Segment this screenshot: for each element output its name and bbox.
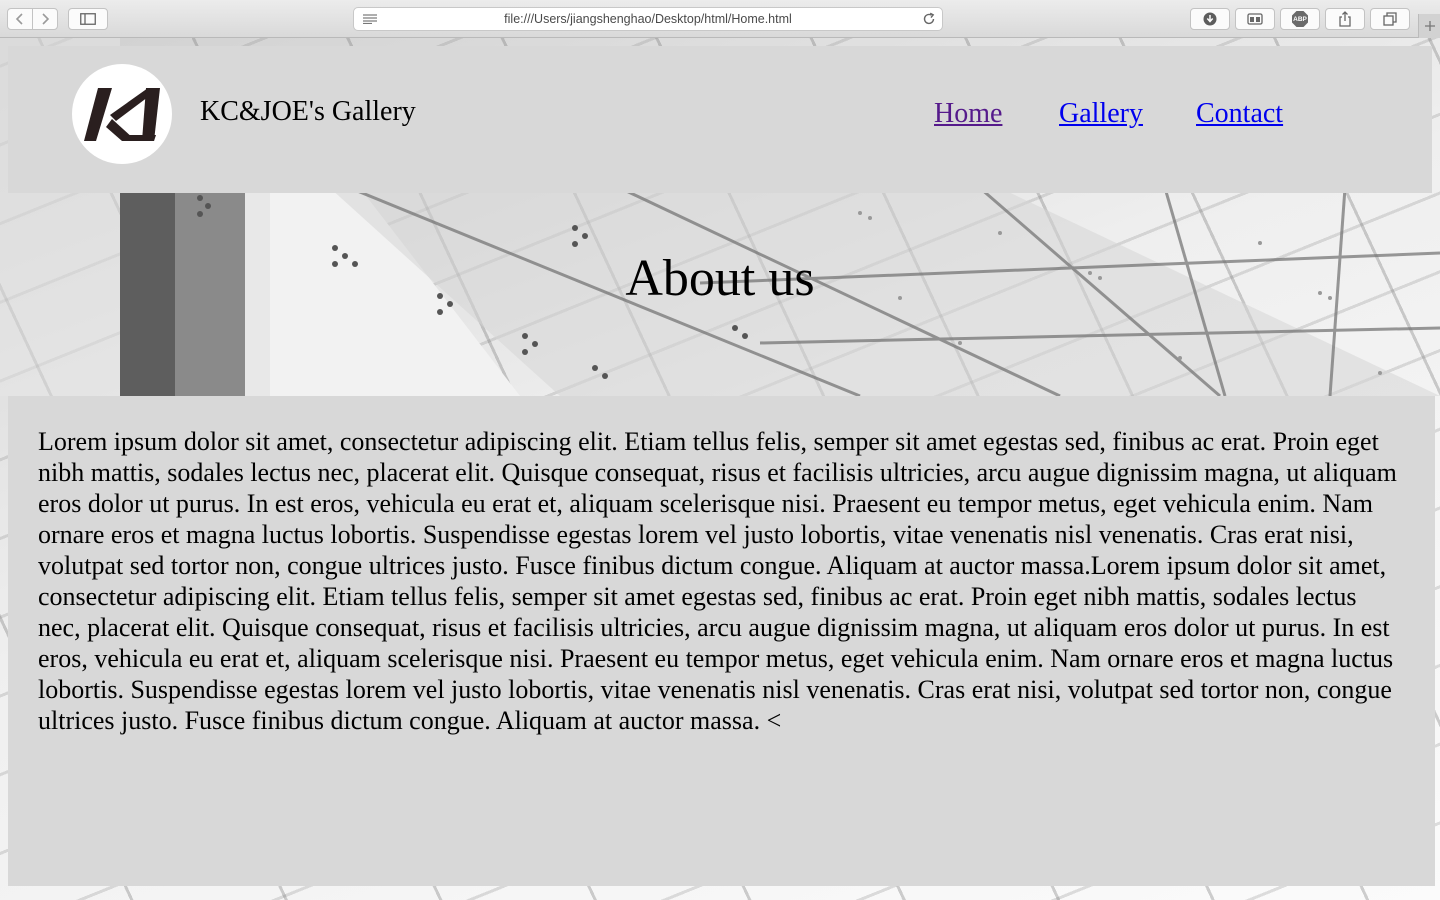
address-bar[interactable]: file:///Users/jiangshenghao/Desktop/html… (353, 7, 943, 31)
site-header: KJ KC&JOE's Gallery Home Gallery Contact (8, 46, 1432, 193)
sidebar-button[interactable] (68, 8, 108, 30)
nav-link-gallery[interactable]: Gallery (1059, 98, 1143, 130)
new-tab-icon (1424, 21, 1435, 31)
adblock-label: ABP (1293, 15, 1307, 23)
forward-icon (42, 13, 50, 25)
download-icon (1203, 12, 1217, 26)
tab-overview-button[interactable] (1235, 8, 1275, 30)
site-logo[interactable]: KJ (72, 64, 172, 164)
kj-logo-icon: KJ (82, 83, 160, 141)
site-title: KC&JOE's Gallery (200, 96, 416, 127)
nav-link-contact[interactable]: Contact (1196, 98, 1283, 130)
show-tabs-button[interactable] (1370, 8, 1410, 30)
about-content-panel: Lorem ipsum dolor sit amet, consectetur … (8, 396, 1435, 886)
share-icon (1339, 11, 1351, 27)
tab-overview-icon (1247, 13, 1263, 25)
back-button[interactable] (7, 8, 33, 30)
adblock-button[interactable]: ABP (1280, 8, 1320, 30)
downloads-button[interactable] (1190, 8, 1230, 30)
page-viewport: KJ KC&JOE's Gallery Home Gallery Contact… (0, 38, 1440, 900)
url-text[interactable]: file:///Users/jiangshenghao/Desktop/html… (504, 12, 792, 26)
nav-link-home[interactable]: Home (934, 98, 1002, 130)
tabs-icon (1383, 12, 1397, 26)
reader-icon[interactable] (363, 14, 377, 24)
about-body-text: Lorem ipsum dolor sit amet, consectetur … (38, 427, 1397, 735)
forward-button[interactable] (32, 8, 58, 30)
new-tab-button[interactable] (1418, 14, 1440, 38)
reload-icon[interactable] (922, 12, 936, 26)
back-icon (15, 13, 23, 25)
logo-text: KJ (82, 83, 84, 84)
sidebar-icon (80, 13, 96, 25)
page-heading: About us (625, 250, 815, 307)
browser-toolbar: file:///Users/jiangshenghao/Desktop/html… (0, 0, 1440, 38)
share-button[interactable] (1325, 8, 1365, 30)
